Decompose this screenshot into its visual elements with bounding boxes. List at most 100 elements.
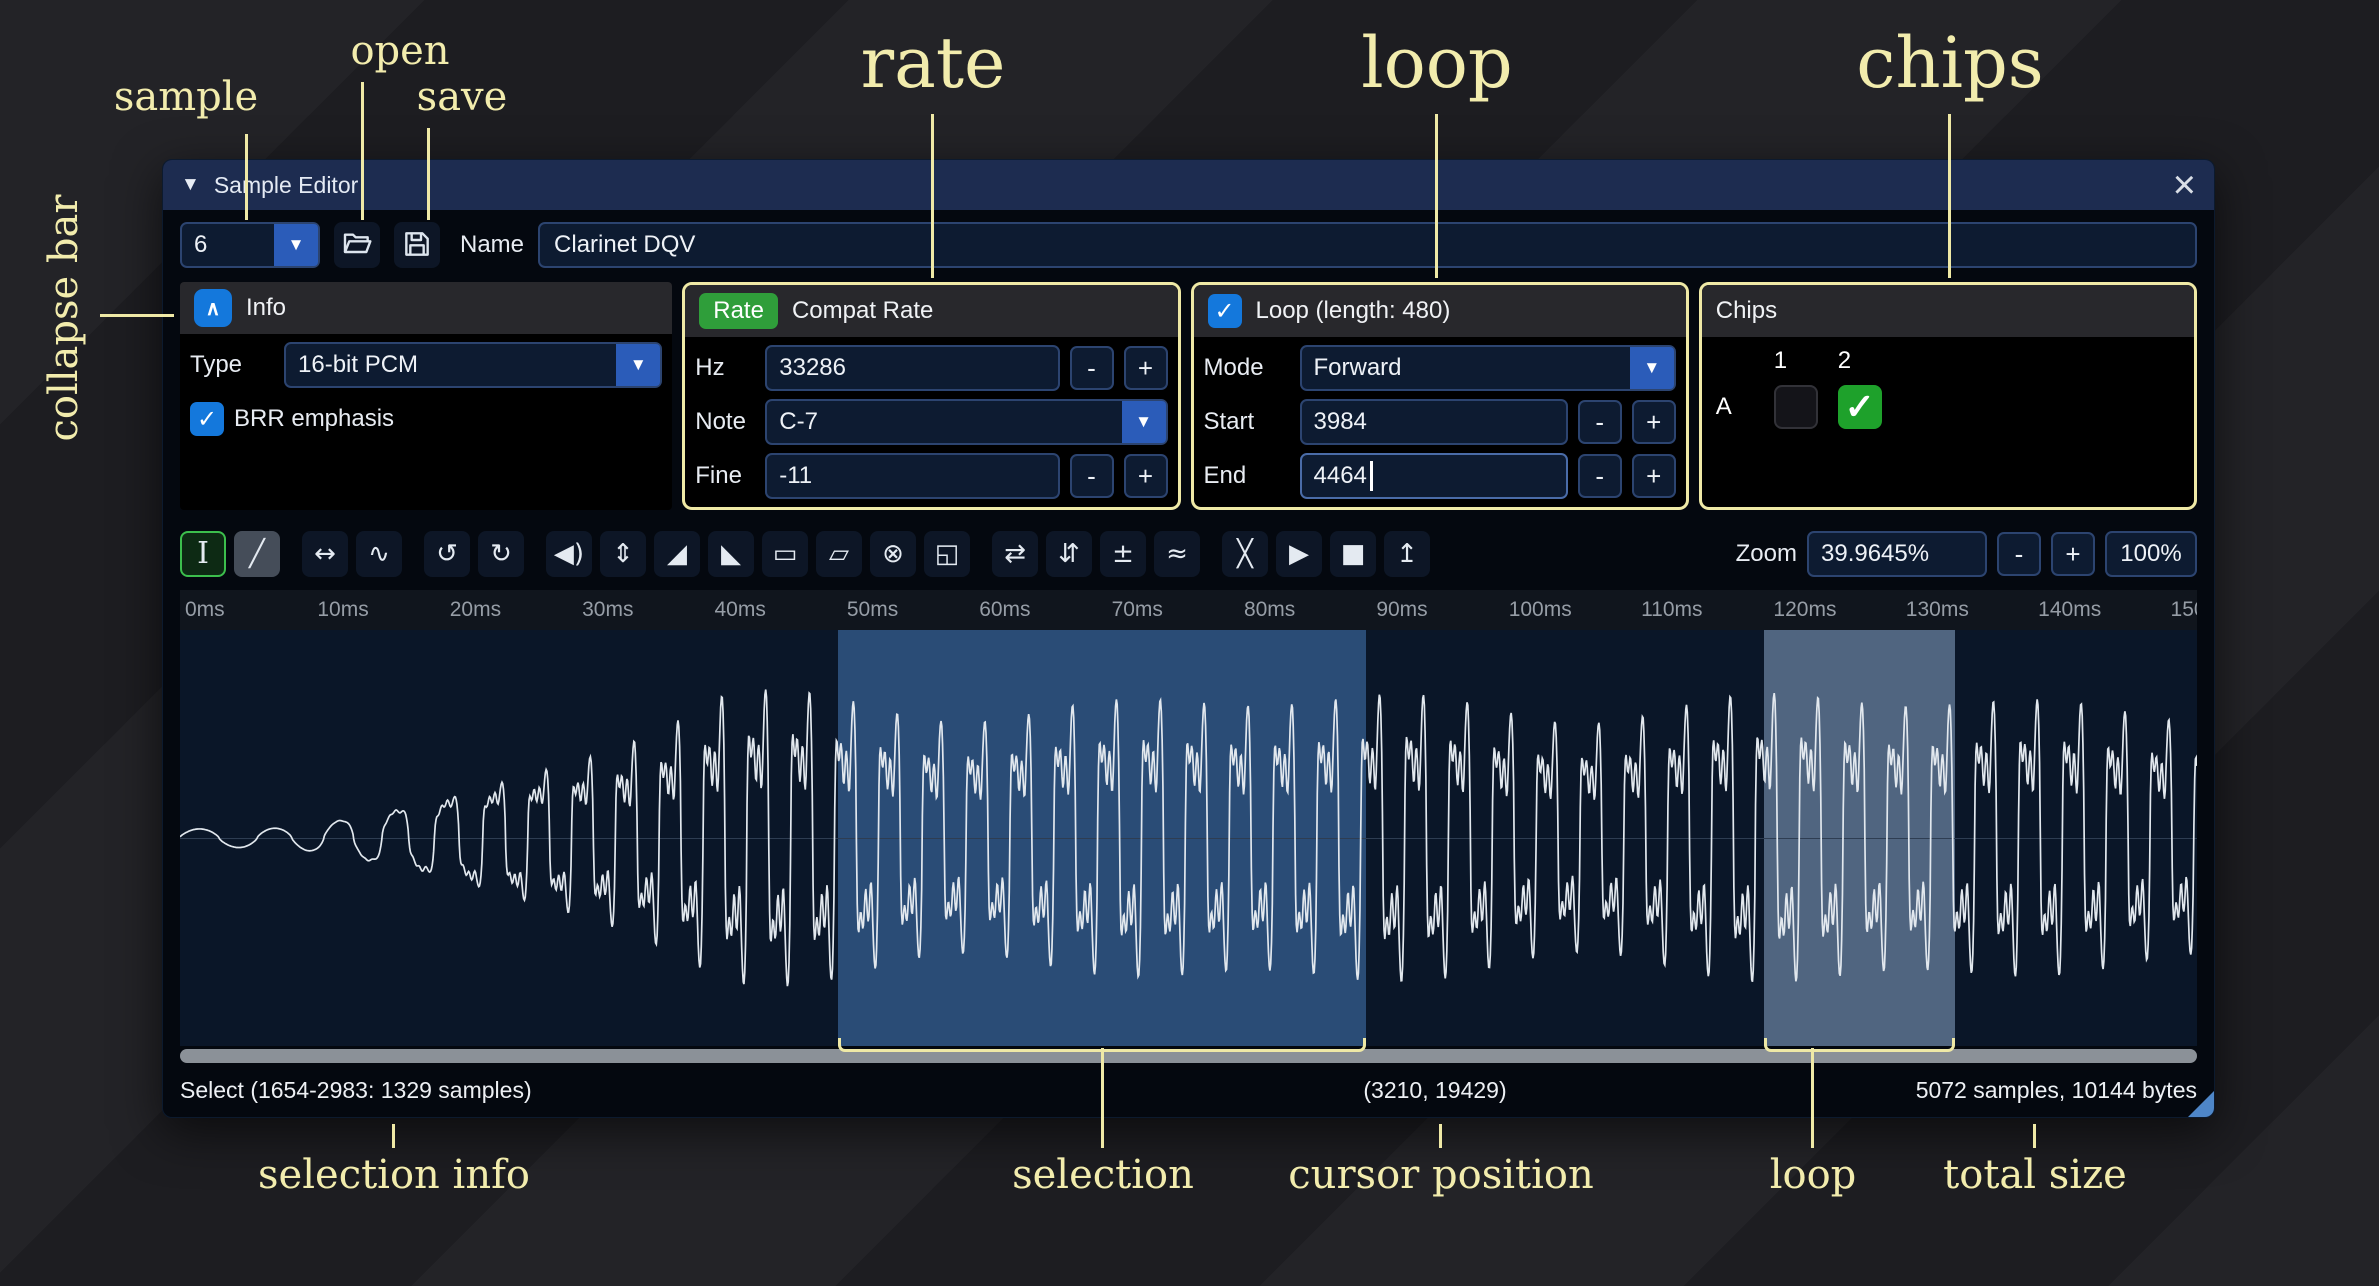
annotation-line-sample xyxy=(245,134,248,220)
resample-button[interactable]: ∿ xyxy=(356,531,402,577)
dropdown-arrow-icon[interactable]: ▼ xyxy=(1630,347,1674,389)
fine-input[interactable]: -11 xyxy=(765,453,1059,499)
edit-mode-draw-button[interactable]: ╱ xyxy=(234,531,280,577)
save-sample-button[interactable] xyxy=(394,222,440,268)
hz-decrease-button[interactable]: - xyxy=(1070,346,1114,390)
fade-in-icon: ◢ xyxy=(667,541,687,567)
reverse-button[interactable]: ⇄ xyxy=(992,531,1038,577)
amplify-button[interactable]: ◀) xyxy=(546,531,592,577)
open-sample-button[interactable] xyxy=(334,222,380,268)
undo-button[interactable]: ↺ xyxy=(424,531,470,577)
resize-button[interactable]: ↔ xyxy=(302,531,348,577)
dropdown-arrow-icon[interactable]: ▼ xyxy=(274,224,318,266)
loop-start-decrease-button[interactable]: - xyxy=(1578,400,1622,444)
brr-emphasis-checkbox[interactable]: ✓ xyxy=(190,402,224,436)
save-icon xyxy=(401,228,433,263)
create-instrument-icon: ↥ xyxy=(1396,541,1418,567)
amplify-icon: ◀) xyxy=(554,541,584,567)
annotation-line-cursor-position xyxy=(1439,1124,1442,1148)
delete-icon: ⊗ xyxy=(882,541,904,567)
collapse-window-icon[interactable]: ▼ xyxy=(181,174,200,196)
invert-button[interactable]: ⇵ xyxy=(1046,531,1092,577)
sign-invert-button[interactable]: ± xyxy=(1100,531,1146,577)
annotation-line-loop-bottom xyxy=(1811,1048,1814,1148)
info-section-title: Info xyxy=(246,294,286,322)
crossfade-loop-button[interactable]: ╳ xyxy=(1222,531,1268,577)
loop-end-increase-button[interactable]: + xyxy=(1632,454,1676,498)
fine-decrease-button[interactable]: - xyxy=(1070,454,1114,498)
annotation-chips: chips xyxy=(1856,22,2043,104)
apply-silence-button[interactable]: ▱ xyxy=(816,531,862,577)
hz-label: Hz xyxy=(695,354,755,382)
loop-end-decrease-button[interactable]: - xyxy=(1578,454,1622,498)
loop-enable-checkbox[interactable]: ✓ xyxy=(1208,294,1242,328)
type-label: Type xyxy=(190,351,274,379)
edit-mode-select-button[interactable]: I xyxy=(180,531,226,577)
fade-out-button[interactable]: ◣ xyxy=(708,531,754,577)
create-instrument-button[interactable]: ↥ xyxy=(1384,531,1430,577)
collapse-section-button[interactable]: ∧ xyxy=(194,289,232,327)
fade-in-button[interactable]: ◢ xyxy=(654,531,700,577)
zoom-input[interactable]: 39.9645% xyxy=(1807,531,1987,577)
info-section-body: Type 16-bit PCM ▼ ✓ BRR emphasis xyxy=(180,334,672,510)
annotation-selection-info: selection info xyxy=(258,1152,530,1198)
hz-increase-button[interactable]: + xyxy=(1124,346,1168,390)
resize-grip[interactable] xyxy=(2188,1091,2214,1117)
text-caret xyxy=(1370,461,1373,491)
check-icon: ✓ xyxy=(1845,386,1875,428)
chip-enable-checkbox-2[interactable]: ✓ xyxy=(1838,385,1882,429)
titlebar[interactable]: ▼ Sample Editor × xyxy=(163,160,2214,210)
annotation-line-chips xyxy=(1948,114,1951,278)
insert-silence-button[interactable]: ▭ xyxy=(762,531,808,577)
fine-increase-button[interactable]: + xyxy=(1124,454,1168,498)
sample-header-row: 6 ▼ Name xyxy=(163,210,2214,280)
waveform-display[interactable] xyxy=(180,630,2197,1046)
filter-button[interactable]: ≈ xyxy=(1154,531,1200,577)
fine-label: Fine xyxy=(695,462,755,490)
filter-icon: ≈ xyxy=(1166,541,1188,567)
normalize-button[interactable]: ⇕ xyxy=(600,531,646,577)
edit-mode-draw-icon: ╱ xyxy=(249,541,265,567)
loop-mode-select[interactable]: Forward ▼ xyxy=(1300,345,1676,391)
annotation-line-rate xyxy=(931,114,934,278)
zoom-controls: Zoom 39.9645% - + 100% xyxy=(1736,531,2197,577)
chip-column-label: 1 xyxy=(1774,347,1787,375)
loop-start-label: Start xyxy=(1204,408,1290,436)
hz-input[interactable]: 33286 xyxy=(765,345,1059,391)
normalize-icon: ⇕ xyxy=(612,541,634,567)
check-icon: ✓ xyxy=(197,405,217,434)
redo-button[interactable]: ↻ xyxy=(478,531,524,577)
sample-number-select[interactable]: 6 ▼ xyxy=(180,222,320,268)
folder-icon xyxy=(341,228,373,263)
rate-section: Rate Compat Rate Hz 33286 - + Note C-7 ▼ xyxy=(682,282,1180,510)
chip-enable-checkbox-1[interactable] xyxy=(1774,385,1818,429)
chips-section: Chips 1 2 A ✓ xyxy=(1699,282,2197,510)
dropdown-arrow-icon[interactable]: ▼ xyxy=(1122,401,1166,443)
close-icon[interactable]: × xyxy=(2173,169,2196,201)
zoom-reset-button[interactable]: 100% xyxy=(2105,531,2197,577)
annotation-cursor-position: cursor position xyxy=(1288,1152,1593,1198)
reverse-icon: ⇄ xyxy=(1004,541,1026,567)
ruler-label: 80ms xyxy=(1239,598,1295,622)
note-select[interactable]: C-7 ▼ xyxy=(765,399,1167,445)
loop-start-input[interactable]: 3984 xyxy=(1300,399,1568,445)
rate-toggle-button[interactable]: Rate xyxy=(699,293,778,329)
note-label: Note xyxy=(695,408,755,436)
status-bar: Select (1654-2983: 1329 samples) (3210, … xyxy=(163,1063,2214,1117)
annotation-open: open xyxy=(350,28,449,74)
loop-start-increase-button[interactable]: + xyxy=(1632,400,1676,444)
zoom-out-button[interactable]: - xyxy=(1997,532,2041,576)
fade-out-icon: ◣ xyxy=(721,541,741,567)
preview-sample-button[interactable]: ▶ xyxy=(1276,531,1322,577)
trim-button[interactable]: ◱ xyxy=(924,531,970,577)
sample-type-select[interactable]: 16-bit PCM ▼ xyxy=(284,342,662,388)
ruler-label: 30ms xyxy=(577,598,633,622)
dropdown-arrow-icon[interactable]: ▼ xyxy=(616,344,660,386)
delete-button[interactable]: ⊗ xyxy=(870,531,916,577)
zoom-in-button[interactable]: + xyxy=(2051,532,2095,576)
annotation-sample: sample xyxy=(114,74,258,120)
ruler-label: 50ms xyxy=(842,598,898,622)
loop-end-input[interactable]: 4464 xyxy=(1300,453,1568,499)
ruler-label: 40ms xyxy=(709,598,765,622)
stop-preview-button[interactable]: ■ xyxy=(1330,531,1376,577)
